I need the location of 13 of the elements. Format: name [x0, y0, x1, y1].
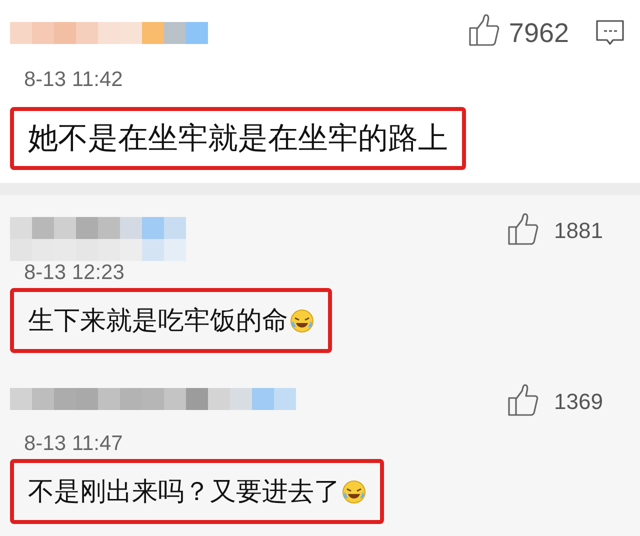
- comment-text: 她不是在坐牢就是在坐牢的路上: [28, 120, 448, 158]
- like-icon[interactable]: [506, 384, 540, 418]
- like-icon[interactable]: [506, 213, 540, 247]
- comment-time: 8-13 11:47: [24, 432, 124, 456]
- like-count: 1369: [554, 390, 603, 414]
- comment-icon[interactable]: [595, 19, 625, 46]
- like-count: 7962: [508, 18, 569, 48]
- comment-time: 8-13 11:42: [24, 68, 124, 92]
- comment-time: 8-13 12:23: [24, 261, 126, 285]
- like-count: 1881: [554, 219, 603, 243]
- comment-text: 不是刚出来吗？又要进去了: [28, 476, 340, 509]
- comment-text: 生下来就是吃牢饭的命: [28, 305, 288, 338]
- like-icon[interactable]: [466, 14, 501, 48]
